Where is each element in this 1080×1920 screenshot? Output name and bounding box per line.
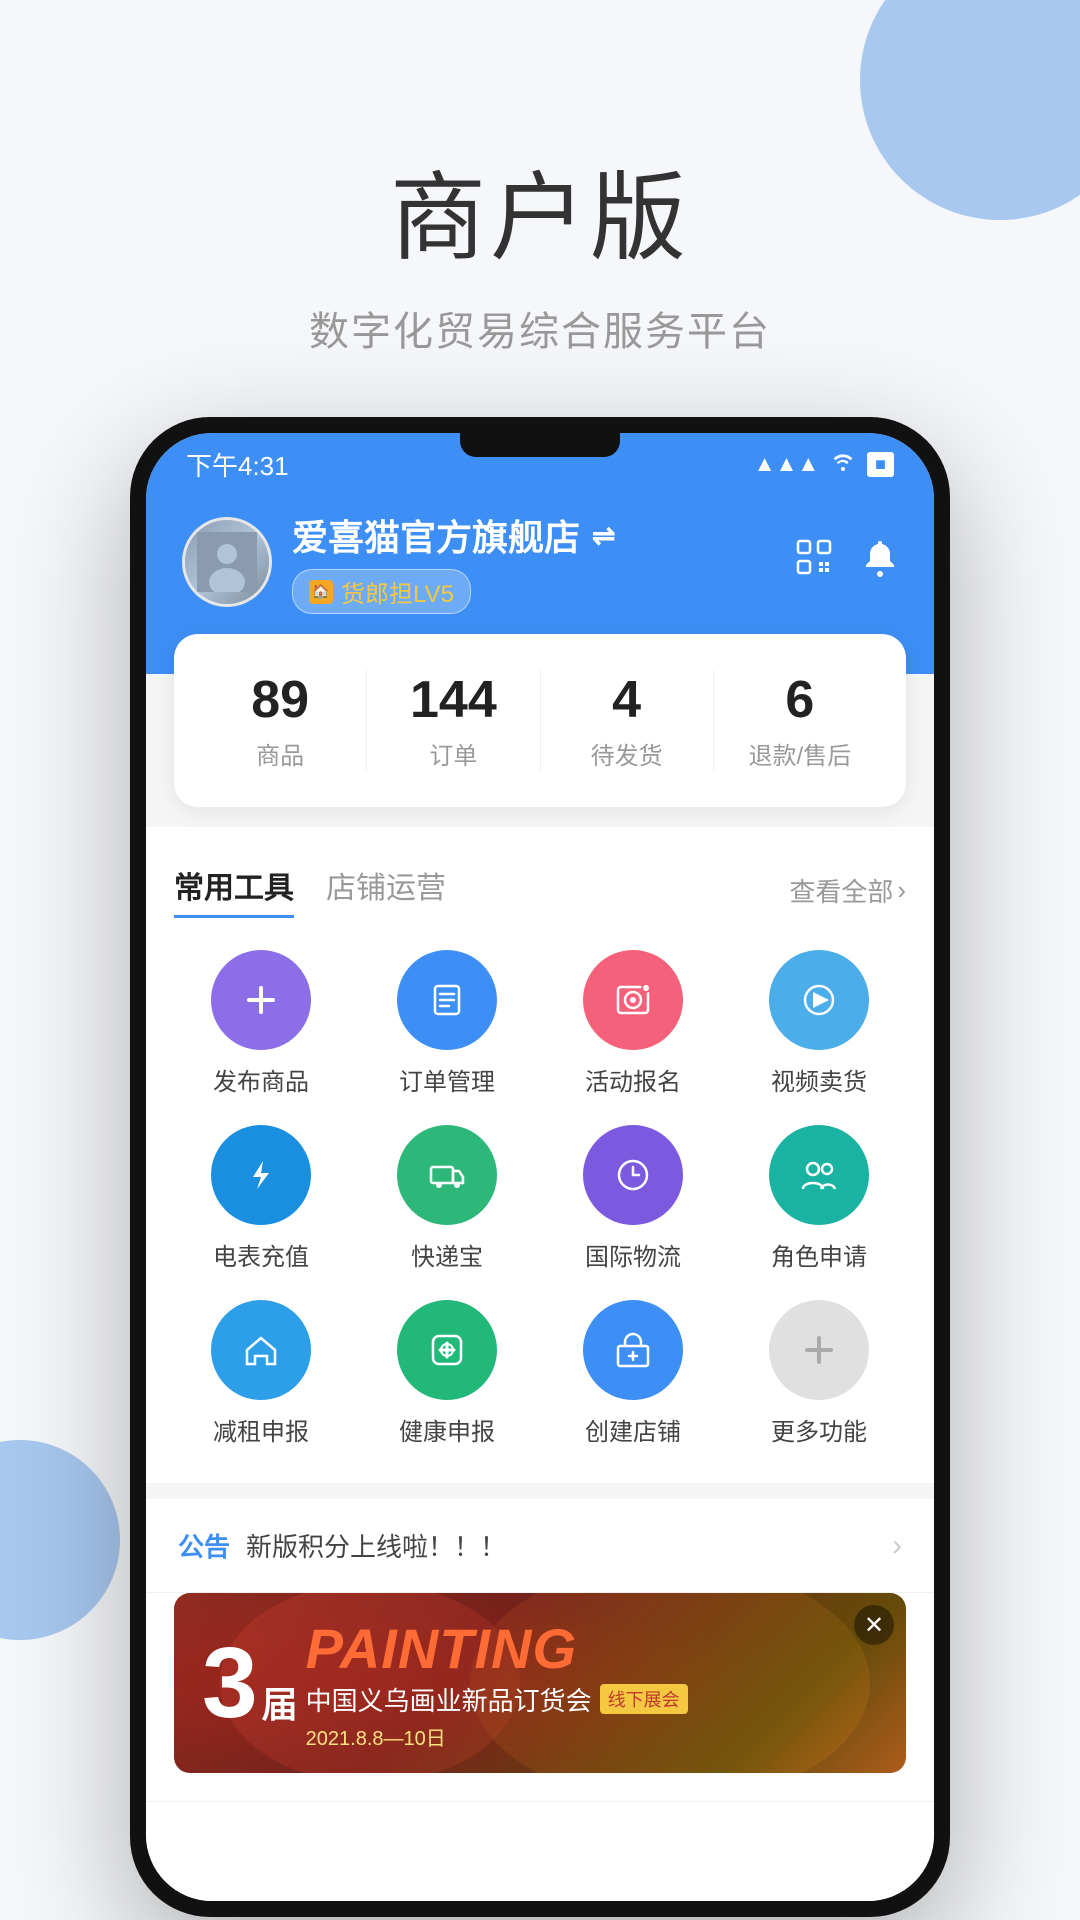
- tool-label-role: 角色申请: [771, 1237, 867, 1272]
- tool-health[interactable]: 健康申报: [360, 1300, 534, 1447]
- tool-icon-orders: [397, 950, 497, 1050]
- view-all-button[interactable]: 查看全部 ›: [789, 872, 906, 909]
- phone-wrapper: 下午4:31 ▲▲▲ ■: [0, 417, 1080, 1917]
- tab-common-tools[interactable]: 常用工具: [174, 863, 294, 918]
- user-left: 爱喜猫官方旗舰店 ⇌ 🏠 货郎担LV5: [182, 509, 615, 614]
- tab-store-operations[interactable]: 店铺运营: [326, 863, 446, 918]
- tool-label-orders: 订单管理: [399, 1062, 495, 1097]
- signal-icon: ▲▲▲: [754, 451, 819, 477]
- tool-video[interactable]: 视频卖货: [732, 950, 906, 1097]
- phone-notch: [460, 433, 620, 457]
- tool-icon-express: [397, 1125, 497, 1225]
- bottom-nav: [146, 1801, 934, 1901]
- tool-logistics[interactable]: 国际物流: [546, 1125, 720, 1272]
- header-actions: [794, 537, 898, 587]
- level-badge: 🏠 货郎担LV5: [292, 569, 471, 614]
- status-time: 下午4:31: [186, 446, 289, 483]
- stat-orders-label: 订单: [367, 736, 539, 771]
- phone-screen: 下午4:31 ▲▲▲ ■: [146, 433, 934, 1901]
- tool-icon-logistics: [583, 1125, 683, 1225]
- tool-create-store[interactable]: 创建店铺: [546, 1300, 720, 1447]
- tool-label-express: 快递宝: [411, 1237, 483, 1272]
- banner-title: PAINTING: [306, 1616, 688, 1681]
- badge-icon: 🏠: [309, 580, 333, 604]
- tool-rent[interactable]: 减租申报: [174, 1300, 348, 1447]
- banner-exhibit-tag: 线下展会: [600, 1684, 688, 1714]
- user-info-row: 爱喜猫官方旗舰店 ⇌ 🏠 货郎担LV5: [182, 509, 898, 614]
- tool-label-activity: 活动报名: [585, 1062, 681, 1097]
- stat-pending[interactable]: 4 待发货: [540, 670, 713, 771]
- stats-card: 89 商品 144 订单 4 待发货 6 退款/售后: [174, 634, 906, 807]
- battery-icon: ■: [867, 452, 894, 477]
- tool-icon-create-store: [583, 1300, 683, 1400]
- banner-area: 3 届 PAINTING 中国义乌画业新品订货会 线下展会 2021.8.8—1…: [146, 1593, 934, 1801]
- badge-text: 货郎担LV5: [341, 574, 454, 609]
- status-icons: ▲▲▲ ■: [754, 451, 894, 477]
- store-name: 爱喜猫官方旗舰店 ⇌: [292, 509, 615, 561]
- tools-section: 常用工具 店铺运营 查看全部 › 发布商品: [146, 827, 934, 1483]
- tool-label-logistics: 国际物流: [585, 1237, 681, 1272]
- tool-icon-health: [397, 1300, 497, 1400]
- switch-icon[interactable]: ⇌: [592, 519, 615, 552]
- banner-dates: 2021.8.8—10日: [306, 1722, 688, 1751]
- banner-number: 3: [202, 1633, 258, 1733]
- chevron-right-icon: ›: [897, 875, 906, 906]
- tool-label-electric: 电表充值: [213, 1237, 309, 1272]
- tool-icon-rent: [211, 1300, 311, 1400]
- banner-subtitle: 中国义乌画业新品订货会: [306, 1681, 592, 1718]
- tool-icon-more: [769, 1300, 869, 1400]
- user-text: 爱喜猫官方旗舰店 ⇌ 🏠 货郎担LV5: [292, 509, 615, 614]
- page-header: 商户版 数字化贸易综合服务平台: [0, 0, 1080, 417]
- tool-icon-publish: [211, 950, 311, 1050]
- wifi-icon: [831, 451, 855, 477]
- tools-tabs: 常用工具 店铺运营: [174, 863, 446, 918]
- tool-label-more: 更多功能: [771, 1412, 867, 1447]
- tool-more[interactable]: 更多功能: [732, 1300, 906, 1447]
- tool-orders[interactable]: 订单管理: [360, 950, 534, 1097]
- tool-publish[interactable]: 发布商品: [174, 950, 348, 1097]
- banner-ordinal: 届: [262, 1676, 298, 1728]
- notification-button[interactable]: [862, 537, 898, 587]
- tool-label-video: 视频卖货: [771, 1062, 867, 1097]
- banner-image[interactable]: 3 届 PAINTING 中国义乌画业新品订货会 线下展会 2021.8.8—1…: [174, 1593, 906, 1773]
- stat-products[interactable]: 89 商品: [194, 670, 366, 771]
- tool-activity[interactable]: 活动报名: [546, 950, 720, 1097]
- page-subtitle: 数字化贸易综合服务平台: [0, 299, 1080, 357]
- stat-refund-label: 退款/售后: [714, 736, 886, 771]
- tools-grid: 发布商品 订单管理: [174, 950, 906, 1463]
- scan-button[interactable]: [794, 537, 834, 587]
- tool-role[interactable]: 角色申请: [732, 1125, 906, 1272]
- stat-orders-value: 144: [367, 670, 539, 730]
- tool-icon-video: [769, 950, 869, 1050]
- stat-pending-label: 待发货: [541, 736, 713, 771]
- stat-products-value: 89: [194, 670, 366, 730]
- page-title: 商户版: [0, 140, 1080, 279]
- stat-refund-value: 6: [714, 670, 886, 730]
- tool-electric[interactable]: 电表充值: [174, 1125, 348, 1272]
- tool-icon-electric: [211, 1125, 311, 1225]
- tool-express[interactable]: 快递宝: [360, 1125, 534, 1272]
- stat-pending-value: 4: [541, 670, 713, 730]
- avatar-image: [185, 520, 269, 604]
- notice-arrow-icon: ›: [892, 1529, 902, 1563]
- notice-bar[interactable]: 公告 新版积分上线啦！！！ ›: [146, 1499, 934, 1593]
- tool-icon-activity: [583, 950, 683, 1050]
- tool-label-publish: 发布商品: [213, 1062, 309, 1097]
- notice-text: 新版积分上线啦！！！: [246, 1527, 876, 1564]
- tool-label-health: 健康申报: [399, 1412, 495, 1447]
- avatar: [182, 517, 272, 607]
- stat-orders[interactable]: 144 订单: [366, 670, 539, 771]
- stat-refund[interactable]: 6 退款/售后: [713, 670, 886, 771]
- tool-label-rent: 减租申报: [213, 1412, 309, 1447]
- tool-icon-role: [769, 1125, 869, 1225]
- notice-tag: 公告: [178, 1527, 230, 1564]
- phone-frame: 下午4:31 ▲▲▲ ■: [130, 417, 950, 1917]
- stat-products-label: 商品: [194, 736, 366, 771]
- tool-label-create-store: 创建店铺: [585, 1412, 681, 1447]
- section-divider: [146, 1483, 934, 1499]
- tools-header: 常用工具 店铺运营 查看全部 ›: [174, 863, 906, 918]
